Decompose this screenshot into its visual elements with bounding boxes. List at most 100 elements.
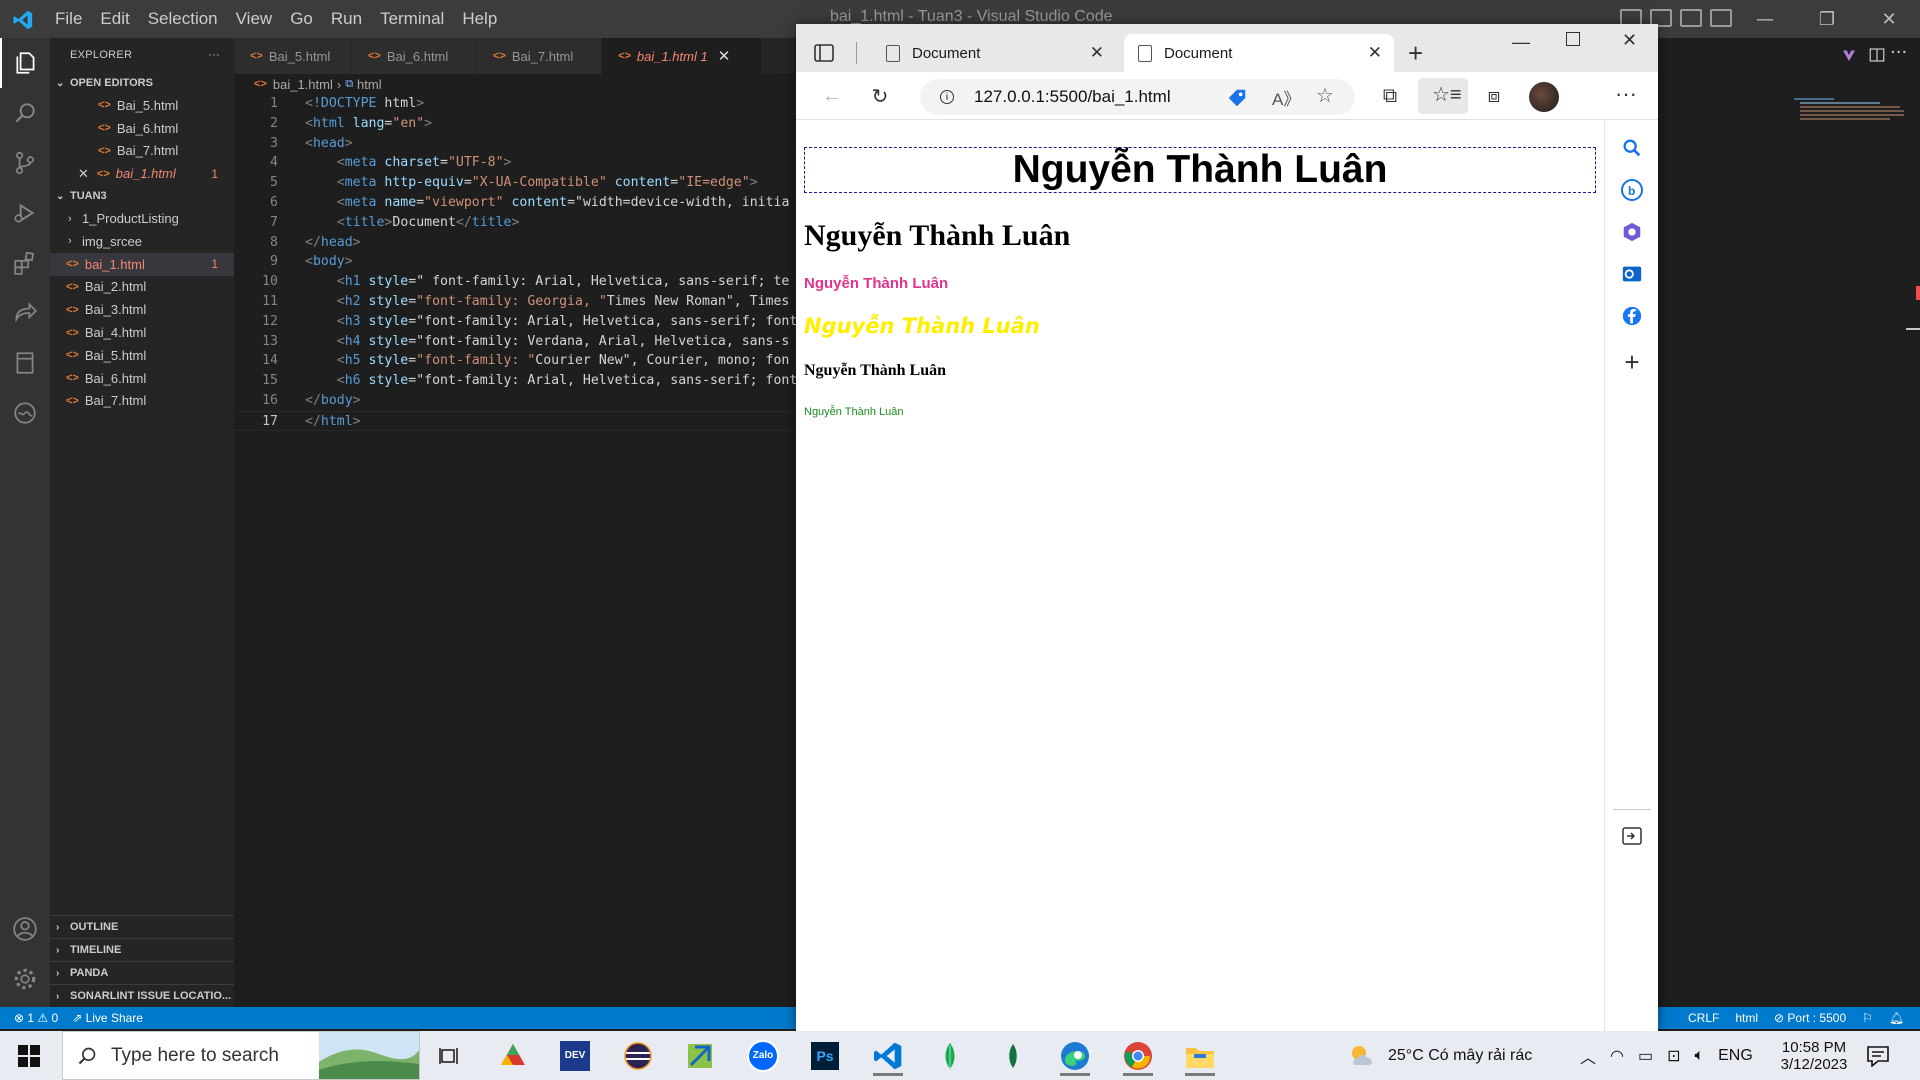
add-favorite-icon[interactable]: ☆ [1316, 83, 1334, 108]
code-line[interactable]: 16 </body> [234, 391, 796, 411]
edge-icon[interactable] [1050, 1035, 1100, 1076]
add-sidebar-app-icon[interactable]: + [1617, 347, 1647, 377]
code-line[interactable]: 1 <!DOCTYPE html> [234, 94, 796, 114]
outline-section[interactable]: › OUTLINE [50, 915, 234, 938]
read-aloud-icon[interactable]: A》 [1272, 85, 1300, 110]
collections-icon[interactable]: ⧈ [1478, 80, 1510, 112]
tab-bai-5[interactable]: <> Bai_5.html [234, 38, 352, 74]
menu-help[interactable]: Help [453, 9, 506, 29]
menu-go[interactable]: Go [281, 9, 322, 29]
menu-file[interactable]: File [46, 9, 91, 29]
mongodb-icon[interactable] [925, 1035, 975, 1076]
problems-status[interactable]: ⊗ 1 ⚠ 0 [14, 1011, 58, 1025]
battery-icon[interactable]: ▭ [1638, 1046, 1653, 1066]
app-icon[interactable] [675, 1035, 725, 1076]
open-editor-item-active[interactable]: ✕ <> bai_1.html 1 [50, 162, 234, 185]
run-debug-icon[interactable] [0, 188, 50, 238]
code-line[interactable]: 5 <meta http-equiv="X-UA-Compatible" con… [234, 173, 796, 193]
menu-run[interactable]: Run [322, 9, 371, 29]
favorites-button[interactable]: ☆≡ [1418, 78, 1468, 114]
tab-bai-6[interactable]: <> Bai_6.html [352, 38, 477, 74]
code-line[interactable]: 14 <h5 style="font-family: "Courier New"… [234, 351, 796, 371]
new-tab-plus-icon[interactable]: + [1408, 38, 1423, 69]
code-line[interactable]: 11 <h2 style="font-family: Georgia, "Tim… [234, 292, 796, 312]
show-hidden-icons-chevron-icon[interactable]: ︿ [1580, 1044, 1596, 1068]
tree-file[interactable]: <> Bai_6.html [50, 367, 234, 390]
toggle-secondary-sidebar-icon[interactable] [1680, 9, 1702, 27]
customize-layout-icon[interactable] [1710, 9, 1732, 27]
open-editor-item[interactable]: <> Bai_6.html [50, 117, 234, 140]
menu-view[interactable]: View [227, 9, 282, 29]
tree-file[interactable]: <> Bai_4.html [50, 321, 234, 344]
tree-file[interactable]: <> Bai_7.html [50, 390, 234, 413]
live-server-status[interactable]: ⊘ Port : 5500 [1774, 1011, 1846, 1025]
settings-gear-icon[interactable] [0, 954, 50, 1004]
file-explorer-icon[interactable] [1175, 1035, 1225, 1076]
testing-icon[interactable] [0, 338, 50, 388]
code-line[interactable]: 2 <html lang="en"> [234, 114, 796, 134]
close-tab-icon[interactable]: ✕ [1090, 43, 1104, 63]
code-line[interactable]: 8 </head> [234, 233, 796, 253]
language-status[interactable]: html [1735, 1011, 1758, 1025]
code-line[interactable]: 13 <h4 style="font-family: Verdana, Aria… [234, 332, 796, 352]
more-actions-icon[interactable]: ··· [1890, 42, 1907, 63]
search-icon[interactable] [1617, 133, 1647, 163]
timeline-section[interactable]: › TIMELINE [50, 938, 234, 961]
refresh-icon[interactable]: ↻ [864, 80, 896, 112]
code-line[interactable]: 7 <title>Document</title> [234, 213, 796, 233]
open-editor-item[interactable]: <> Bai_5.html [50, 94, 234, 117]
browser-tab[interactable]: Document ✕ [866, 34, 1116, 72]
live-share-status[interactable]: ⇗ Live Share [72, 1011, 143, 1025]
tree-file[interactable]: <> Bai_3.html [50, 298, 234, 321]
eclipse-icon[interactable] [613, 1035, 663, 1076]
back-arrow-icon[interactable]: ← [816, 80, 848, 112]
hide-sidebar-icon[interactable] [1617, 821, 1647, 851]
network-wifi-icon[interactable]: ◠ [1610, 1046, 1624, 1066]
chrome-icon[interactable] [1113, 1035, 1163, 1076]
live-share-icon[interactable] [0, 288, 50, 338]
tree-folder[interactable]: › img_srcee [50, 230, 234, 253]
tree-folder[interactable]: › 1_ProductListing [50, 207, 234, 230]
panda-section[interactable]: › PANDA [50, 961, 234, 984]
tree-file-active[interactable]: <> bai_1.html 1 [50, 252, 234, 276]
open-editors-section[interactable]: ⌄ OPEN EDITORS [50, 72, 234, 94]
code-line[interactable]: 10 <h1 style=" font-family: Arial, Helve… [234, 272, 796, 292]
vscode-icon[interactable] [863, 1035, 913, 1076]
taskbar-search-box[interactable]: Type here to search [62, 1031, 420, 1080]
code-editor[interactable]: 1 <!DOCTYPE html> 2 <html lang="en"> 3 <head>… [234, 94, 797, 431]
close-tab-icon[interactable]: ✕ [1368, 43, 1382, 63]
task-view-icon[interactable] [425, 1035, 475, 1076]
code-line[interactable]: 17 </html> [234, 410, 796, 431]
minimize-icon[interactable]: — [1734, 0, 1796, 38]
code-line[interactable]: 12 <h3 style="font-family: Arial, Helvet… [234, 312, 797, 332]
code-line[interactable]: 6 <meta name="viewport" content="width=d… [234, 193, 796, 213]
devc-icon[interactable]: DEV [550, 1035, 600, 1076]
app-icon[interactable] [488, 1035, 538, 1076]
input-language[interactable]: ENG [1718, 1047, 1753, 1065]
bing-chat-icon[interactable]: b [1617, 175, 1647, 205]
volume-icon[interactable]: 🔈︎ [1695, 1047, 1705, 1065]
shopping-tag-icon[interactable] [1226, 87, 1248, 109]
minimap[interactable] [1794, 96, 1906, 126]
menu-terminal[interactable]: Terminal [371, 9, 453, 29]
sonarlint-section[interactable]: › SONARLINT ISSUE LOCATIO... [50, 984, 234, 1007]
browser-tab-active[interactable]: Document ✕ [1124, 34, 1394, 72]
code-line[interactable]: 4 <meta charset="UTF-8"> [234, 153, 796, 173]
tab-bai-1[interactable]: <> bai_1.html 1 ✕ [602, 38, 762, 74]
photoshop-icon[interactable]: Ps [800, 1035, 850, 1076]
code-line[interactable]: 15 <h6 style="font-family: Arial, Helvet… [234, 371, 797, 391]
tree-file[interactable]: <> Bai_2.html [50, 276, 234, 299]
extensions-puzzle-icon[interactable]: ⧉ [1374, 80, 1406, 112]
maximize-icon[interactable] [1566, 32, 1580, 46]
close-icon[interactable]: ✕ [1858, 0, 1920, 38]
close-window-icon[interactable]: ✕ [1622, 30, 1637, 51]
close-icon[interactable]: ✕ [78, 166, 89, 182]
source-control-icon[interactable] [0, 138, 50, 188]
feedback-icon[interactable]: ⚐ [1862, 1011, 1873, 1025]
workspace-section[interactable]: ⌄ TUAN3 [50, 185, 234, 207]
facebook-icon[interactable] [1617, 301, 1647, 331]
extension-action-icon[interactable] [1840, 46, 1858, 64]
tab-actions-icon[interactable] [814, 44, 834, 62]
site-info-icon[interactable]: i [940, 90, 954, 104]
extensions-icon[interactable] [0, 238, 50, 288]
